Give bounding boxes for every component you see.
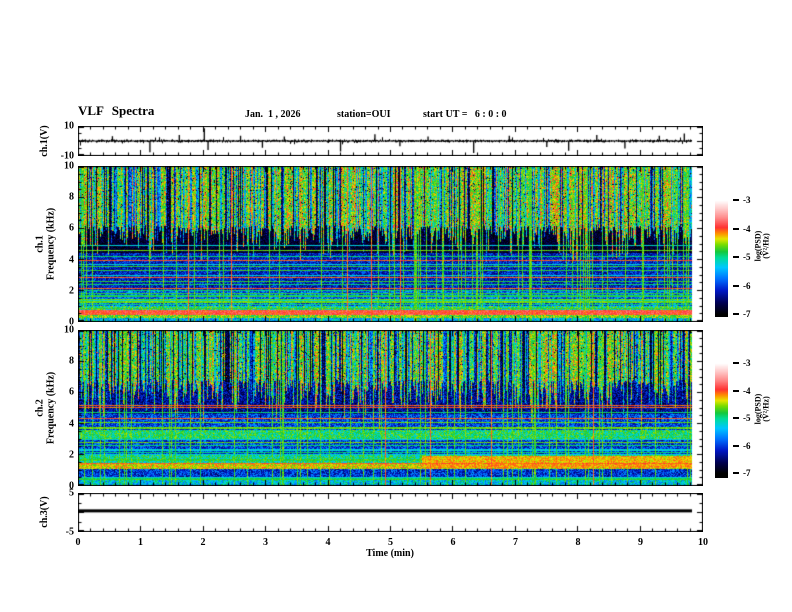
time-tick-label: 1 [138,537,143,548]
ch1-voltage-axis-label: ch.1(V) [38,125,50,157]
colorbar-tick-mark [733,417,739,419]
ch2-spectrogram [78,330,703,486]
ch1-frequency-axis-label: ch.1 Frequency (kHz) [34,207,57,281]
colorbar-tick-label: -6 [743,280,751,291]
colorbar-tick-label: -7 [743,468,751,478]
ch2-frequency-axis-label: ch.2 Frequency (kHz) [34,371,57,445]
frequency-tick-label: 2 [69,285,74,297]
ch1-spectrogram [78,166,703,322]
time-tick-label: 3 [263,537,268,548]
voltage-tick-label: -10 [60,150,74,162]
colorbar-ch2 [715,340,728,478]
frequency-tick-label: 4 [69,254,74,266]
time-tick-label: 10 [698,537,708,548]
colorbar-tick-label: -3 [743,195,751,205]
colorbar-tick-label: -4 [743,385,751,396]
colorbar-tick-mark [733,444,739,447]
start-ut-label: start UT = 6 : 0 : 0 [423,109,507,120]
colorbar-tick-label: -6 [743,440,751,451]
time-tick-label: 4 [325,537,331,548]
figure-title: VLF Spectra [78,103,155,118]
colorbar-tick-mark [733,389,739,392]
frequency-tick-label: 10 [64,324,74,336]
time-axis-label: Time (min) [366,548,414,559]
frequency-tick-label: 2 [69,449,74,461]
colorbar-tick-mark [733,284,739,287]
frequency-tick-label: 10 [64,160,74,172]
time-tick-label: 8 [575,537,581,548]
colorbar-tick-label: -7 [743,309,751,319]
voltage-tick-label: -5 [65,526,74,538]
frequency-tick-label: 6 [69,386,74,398]
time-tick-label: 6 [450,537,456,548]
station-label: station=OUI [337,109,391,120]
frequency-tick-label: 8 [69,191,74,203]
time-tick-label: 7 [513,537,518,548]
colorbar-tick-mark [733,256,739,258]
frequency-tick-label: 4 [69,418,74,430]
colorbar-tick-mark [733,472,739,474]
colorbar-tick-label: -4 [743,223,751,234]
time-tick-label: 0 [75,537,81,548]
colorbar-tick-mark [733,199,739,201]
frequency-tick-label: 8 [69,355,74,367]
voltage-tick-label: 10 [64,120,74,132]
time-tick-label: 5 [388,537,393,548]
colorbar-tick-label: -5 [743,252,751,262]
ch1-waveform-plot [78,126,703,156]
voltage-tick-label: 5 [69,487,74,499]
colorbar-tick-mark [733,313,739,315]
colorbar-tick-label: -5 [743,413,751,423]
frequency-tick-label: 6 [69,222,74,234]
colorbar1-axis-label: log(PSD)(V²/Hz) [753,230,771,262]
colorbar2-axis-label: log(PSD)(V²/Hz) [753,393,771,425]
time-tick-label: 2 [200,537,206,548]
colorbar-tick-label: -3 [743,358,751,368]
ch3-waveform-plot [78,493,703,532]
colorbar-tick-mark [733,362,739,364]
colorbar-ch1 [715,175,728,317]
vlf-spectra-page: VLF Spectra Jan. 1 , 2026 station=OUI st… [0,0,792,612]
colorbar-tick-mark [733,227,739,230]
time-tick-label: 9 [638,537,643,548]
ch3-voltage-axis-label: ch.3(V) [38,496,50,528]
date-label: Jan. 1 , 2026 [245,109,301,120]
